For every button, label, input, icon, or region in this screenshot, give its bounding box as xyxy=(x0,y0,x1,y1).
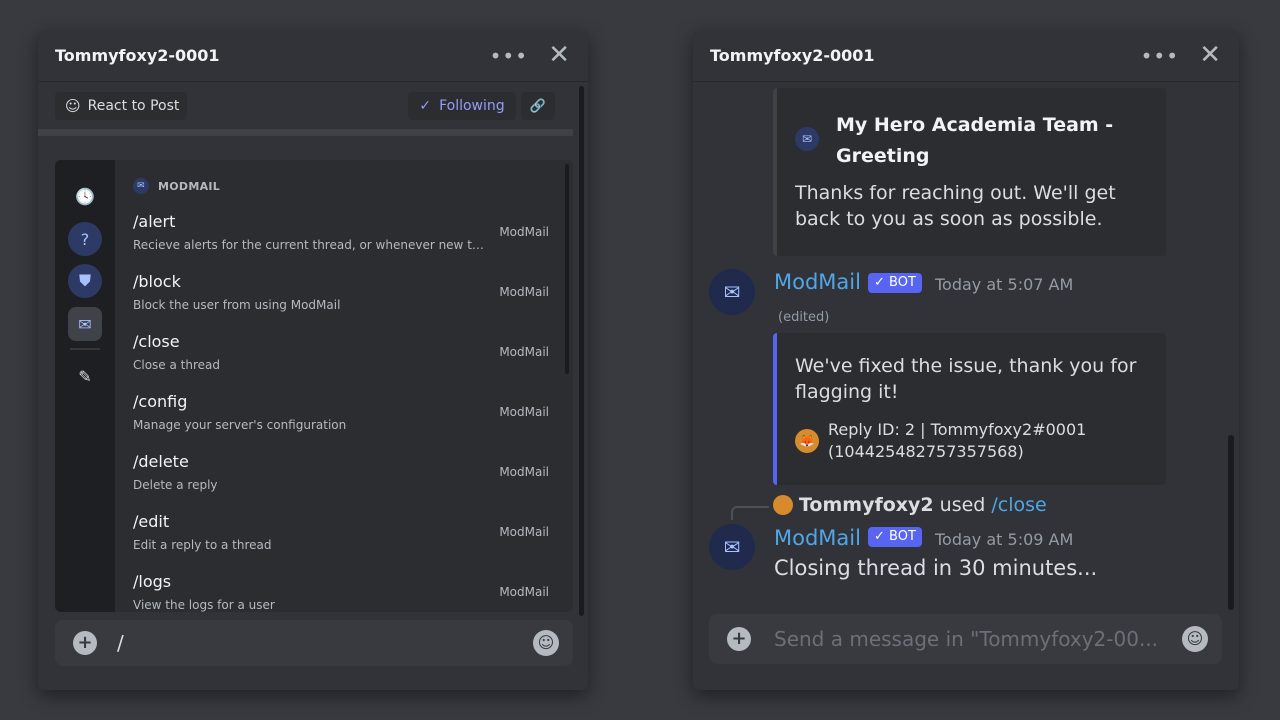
command-name: /block xyxy=(133,272,181,291)
rail-separator xyxy=(70,348,100,350)
command-source: ModMail xyxy=(499,405,549,419)
app-edit-icon[interactable]: ✎ xyxy=(68,359,102,393)
message-input[interactable]: + Send a message in "Tommyfoxy2-00... ☺ xyxy=(709,614,1222,664)
thread-panel-left: Tommyfoxy2-0001 ••• ✕ ☺ React to Post ✓ … xyxy=(38,30,588,690)
command-source: ModMail xyxy=(499,285,549,299)
message-author[interactable]: ModMail xyxy=(774,270,861,294)
command-name: /delete xyxy=(133,452,189,471)
command-item[interactable]: /close Close a thread ModMail xyxy=(133,328,553,388)
command-name: /logs xyxy=(133,572,172,591)
app-question-icon[interactable]: ? xyxy=(68,222,102,256)
command-source: ModMail xyxy=(499,465,549,479)
panel-scrollbar[interactable] xyxy=(1228,435,1234,610)
command-item[interactable]: /config Manage your server's configurati… xyxy=(133,388,553,448)
reply-embed: We've fixed the issue, thank you for fla… xyxy=(773,333,1166,485)
app-shield-icon[interactable]: ⛊ xyxy=(68,264,102,298)
command-source: ModMail xyxy=(499,525,549,539)
command-autocomplete: 🕓 ? ⛊ ✉ ✎ ✉ MODMAIL /alert Recieve alert… xyxy=(55,160,573,612)
section-header: ✉ MODMAIL xyxy=(133,178,220,194)
close-icon[interactable]: ✕ xyxy=(548,42,570,68)
command-description: Manage your server's configuration xyxy=(133,418,347,432)
plus-icon[interactable]: + xyxy=(727,627,751,651)
emoji-icon[interactable]: ☺ xyxy=(1182,626,1208,652)
post-actions-bar: ☺ React to Post ✓ Following 🔗 xyxy=(55,90,571,122)
thread-title: Tommyfoxy2-0001 xyxy=(55,46,220,65)
embed-body: Thanks for reaching out. We'll get back … xyxy=(795,182,1116,230)
command-description: Recieve alerts for the current thread, o… xyxy=(133,238,488,252)
command-usage-line: Tommyfoxy2 used /close xyxy=(773,494,1047,516)
command-link[interactable]: /close xyxy=(991,494,1046,516)
command-name: /alert xyxy=(133,212,176,231)
panel-header: Tommyfoxy2-0001 ••• ✕ xyxy=(38,30,588,82)
command-description: Block the user from using ModMail xyxy=(133,298,341,312)
avatar[interactable]: ✉ xyxy=(709,524,755,570)
input-placeholder[interactable]: Send a message in "Tommyfoxy2-00... xyxy=(774,627,1158,651)
modmail-logo-icon: ✉ xyxy=(795,127,819,151)
command-item[interactable]: /delete Delete a reply ModMail xyxy=(133,448,553,508)
check-icon: ✓ xyxy=(419,98,432,114)
input-text[interactable]: / xyxy=(117,631,124,655)
command-item[interactable]: /logs View the logs for a user ModMail xyxy=(133,568,553,612)
user-avatar[interactable] xyxy=(773,495,793,515)
panel-scrollbar[interactable] xyxy=(579,86,584,616)
user-avatar: 🦊 xyxy=(795,429,819,453)
message-timestamp: Today at 5:07 AM xyxy=(935,275,1074,294)
command-source: ModMail xyxy=(499,585,549,599)
command-description: View the logs for a user xyxy=(133,598,275,612)
react-to-post-label: React to Post xyxy=(87,98,180,114)
thread-panel-right: Tommyfoxy2-0001 ••• ✕ ✉ My Hero Academia… xyxy=(693,30,1239,690)
react-to-post-button[interactable]: ☺ React to Post xyxy=(55,92,187,120)
message-timestamp: Today at 5:09 AM xyxy=(935,530,1074,549)
autocomplete-scrollbar[interactable] xyxy=(565,164,569,374)
app-modmail-icon[interactable]: ✉ xyxy=(68,307,102,341)
following-label: Following xyxy=(439,98,505,114)
embed-body: We've fixed the issue, thank you for fla… xyxy=(795,355,1137,403)
bot-badge: ✓ BOT xyxy=(868,527,922,547)
message-text: Closing thread in 30 minutes... xyxy=(774,556,1098,580)
command-item[interactable]: /alert Recieve alerts for the current th… xyxy=(133,208,553,268)
embed-footer: Reply ID: 2 | Tommyfoxy2#0001 (104425482… xyxy=(828,420,1087,461)
plus-icon[interactable]: + xyxy=(73,631,97,655)
command-name: /close xyxy=(133,332,180,351)
panel-header: Tommyfoxy2-0001 ••• ✕ xyxy=(693,30,1239,82)
close-icon[interactable]: ✕ xyxy=(1199,42,1221,68)
command-description: Delete a reply xyxy=(133,478,218,492)
link-icon[interactable]: 🔗 xyxy=(521,92,555,120)
reply-connector xyxy=(731,506,769,520)
recent-clock-icon[interactable]: 🕓 xyxy=(68,179,102,213)
message-author[interactable]: ModMail xyxy=(774,526,861,550)
message-input[interactable]: + / ☺ xyxy=(55,620,573,666)
user-name[interactable]: Tommyfoxy2 xyxy=(799,494,934,516)
bot-badge: ✓ BOT xyxy=(868,273,922,293)
greeting-embed: ✉ My Hero Academia Team - Greeting Thank… xyxy=(773,88,1166,256)
command-description: Edit a reply to a thread xyxy=(133,538,272,552)
embed-title: My Hero Academia Team - Greeting xyxy=(836,114,1114,167)
more-icon[interactable]: ••• xyxy=(490,44,528,68)
emoji-icon[interactable]: ☺ xyxy=(533,630,559,656)
command-item[interactable]: /block Block the user from using ModMail… xyxy=(133,268,553,328)
used-label: used xyxy=(939,494,986,516)
command-source: ModMail xyxy=(499,345,549,359)
thread-title: Tommyfoxy2-0001 xyxy=(710,46,875,65)
app-rail: 🕓 ? ⛊ ✉ ✎ xyxy=(55,160,115,612)
command-item[interactable]: /edit Edit a reply to a thread ModMail xyxy=(133,508,553,568)
command-source: ModMail xyxy=(499,225,549,239)
edited-label: (edited) xyxy=(778,310,830,325)
command-description: Close a thread xyxy=(133,358,221,372)
add-reaction-icon: ☺ xyxy=(65,97,81,115)
following-button[interactable]: ✓ Following xyxy=(408,92,516,120)
divider xyxy=(38,129,573,136)
modmail-logo-icon: ✉ xyxy=(133,178,149,194)
command-name: /config xyxy=(133,392,188,411)
command-name: /edit xyxy=(133,512,170,531)
more-icon[interactable]: ••• xyxy=(1141,44,1179,68)
section-label: MODMAIL xyxy=(158,179,221,193)
avatar[interactable]: ✉ xyxy=(709,269,755,315)
